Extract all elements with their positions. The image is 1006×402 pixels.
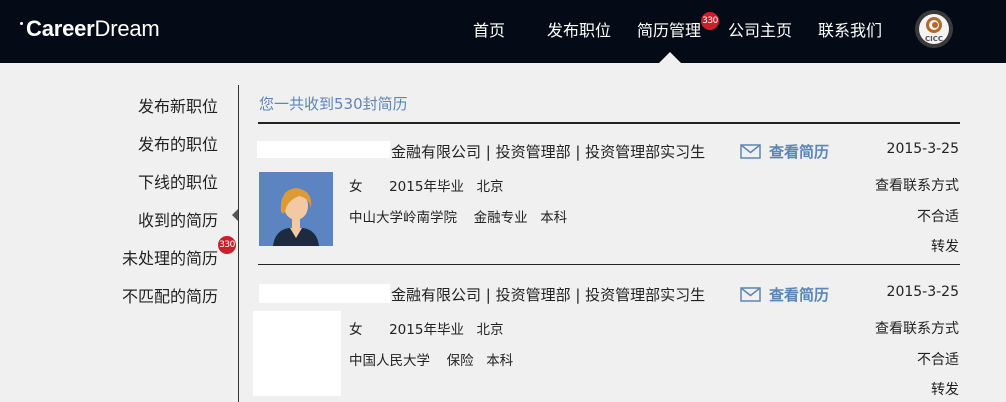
resume-education-info: 中山大学岭南学院 金融专业 本科 bbox=[349, 206, 567, 226]
resume-education-info: 中国人民大学 保险 本科 bbox=[349, 349, 513, 369]
view-contact-button[interactable]: 查看联系方式 bbox=[875, 318, 959, 338]
mail-icon[interactable] bbox=[740, 287, 761, 302]
nav-contact-us[interactable]: 联系我们 bbox=[818, 17, 882, 41]
redacted-photo-mask bbox=[253, 311, 341, 396]
resume-basic-info: 女 2015年毕业 北京 bbox=[349, 175, 504, 195]
nav-company-home[interactable]: 公司主页 bbox=[728, 17, 792, 41]
logo-text-light: Dream bbox=[94, 16, 160, 41]
top-nav-bar: CareerDream 首页 发布职位 简历管理 330 公司主页 联系我们 C… bbox=[0, 0, 1006, 63]
major: 金融专业 bbox=[473, 210, 528, 226]
list-divider bbox=[258, 264, 960, 265]
forward-button[interactable]: 转发 bbox=[931, 236, 959, 256]
list-top-divider bbox=[258, 122, 960, 124]
gender: 女 bbox=[349, 179, 363, 195]
resume-date: 2015-3-25 bbox=[886, 141, 959, 157]
major: 保险 bbox=[446, 353, 474, 369]
degree: 本科 bbox=[486, 353, 514, 369]
resume-total-count: 您一共收到530封简历 bbox=[259, 95, 408, 113]
view-resume-link[interactable]: 查看简历 bbox=[769, 284, 829, 305]
redacted-name-mask bbox=[257, 141, 390, 158]
nav-post-job[interactable]: 发布职位 bbox=[547, 17, 611, 41]
city: 北京 bbox=[476, 322, 504, 338]
logo-dot bbox=[20, 22, 23, 25]
gender: 女 bbox=[349, 322, 363, 338]
logo[interactable]: CareerDream bbox=[20, 16, 160, 42]
sidebar-unprocessed-badge: 330 bbox=[218, 236, 236, 254]
resume-basic-info: 女 2015年毕业 北京 bbox=[349, 318, 504, 338]
reject-button[interactable]: 不合适 bbox=[917, 206, 959, 226]
school: 中山大学岭南学院 bbox=[349, 210, 457, 226]
graduation: 2015年毕业 bbox=[389, 322, 464, 338]
view-resume-link[interactable]: 查看简历 bbox=[769, 141, 829, 162]
forward-button[interactable]: 转发 bbox=[931, 379, 959, 399]
logo-text-bold: Career bbox=[26, 16, 95, 41]
nav-home[interactable]: 首页 bbox=[473, 17, 505, 41]
resume-date: 2015-3-25 bbox=[886, 284, 959, 300]
reject-button[interactable]: 不合适 bbox=[917, 349, 959, 369]
graduation: 2015年毕业 bbox=[389, 179, 464, 195]
school: 中国人民大学 bbox=[349, 353, 430, 369]
active-nav-caret bbox=[659, 52, 681, 63]
sidebar-item-offline-jobs[interactable]: 下线的职位 bbox=[138, 169, 218, 193]
degree: 本科 bbox=[540, 210, 568, 226]
redacted-name-mask bbox=[259, 284, 390, 303]
city: 北京 bbox=[476, 179, 504, 195]
company-logo-text: CICC bbox=[924, 35, 944, 43]
resume-job-title: 金融有限公司 | 投资管理部 | 投资管理部实习生 bbox=[391, 286, 706, 304]
sidebar-item-unmatched-resumes[interactable]: 不匹配的简历 bbox=[122, 283, 218, 307]
sidebar-item-unprocessed-resumes[interactable]: 未处理的简历 bbox=[122, 245, 218, 269]
nav-resume-management[interactable]: 简历管理 bbox=[637, 17, 701, 41]
avatar-female-icon bbox=[259, 172, 333, 246]
sidebar-item-posted-jobs[interactable]: 发布的职位 bbox=[138, 131, 218, 155]
sidebar-item-received-resumes[interactable]: 收到的简历 bbox=[138, 207, 218, 231]
nav-resume-badge: 330 bbox=[701, 12, 719, 30]
resume-job-title: 金融有限公司 | 投资管理部 | 投资管理部实习生 bbox=[391, 143, 706, 161]
mail-icon[interactable] bbox=[740, 144, 761, 159]
sidebar-divider bbox=[238, 85, 239, 402]
sidebar-item-post-new-job[interactable]: 发布新职位 bbox=[138, 93, 218, 117]
view-contact-button[interactable]: 查看联系方式 bbox=[875, 175, 959, 195]
